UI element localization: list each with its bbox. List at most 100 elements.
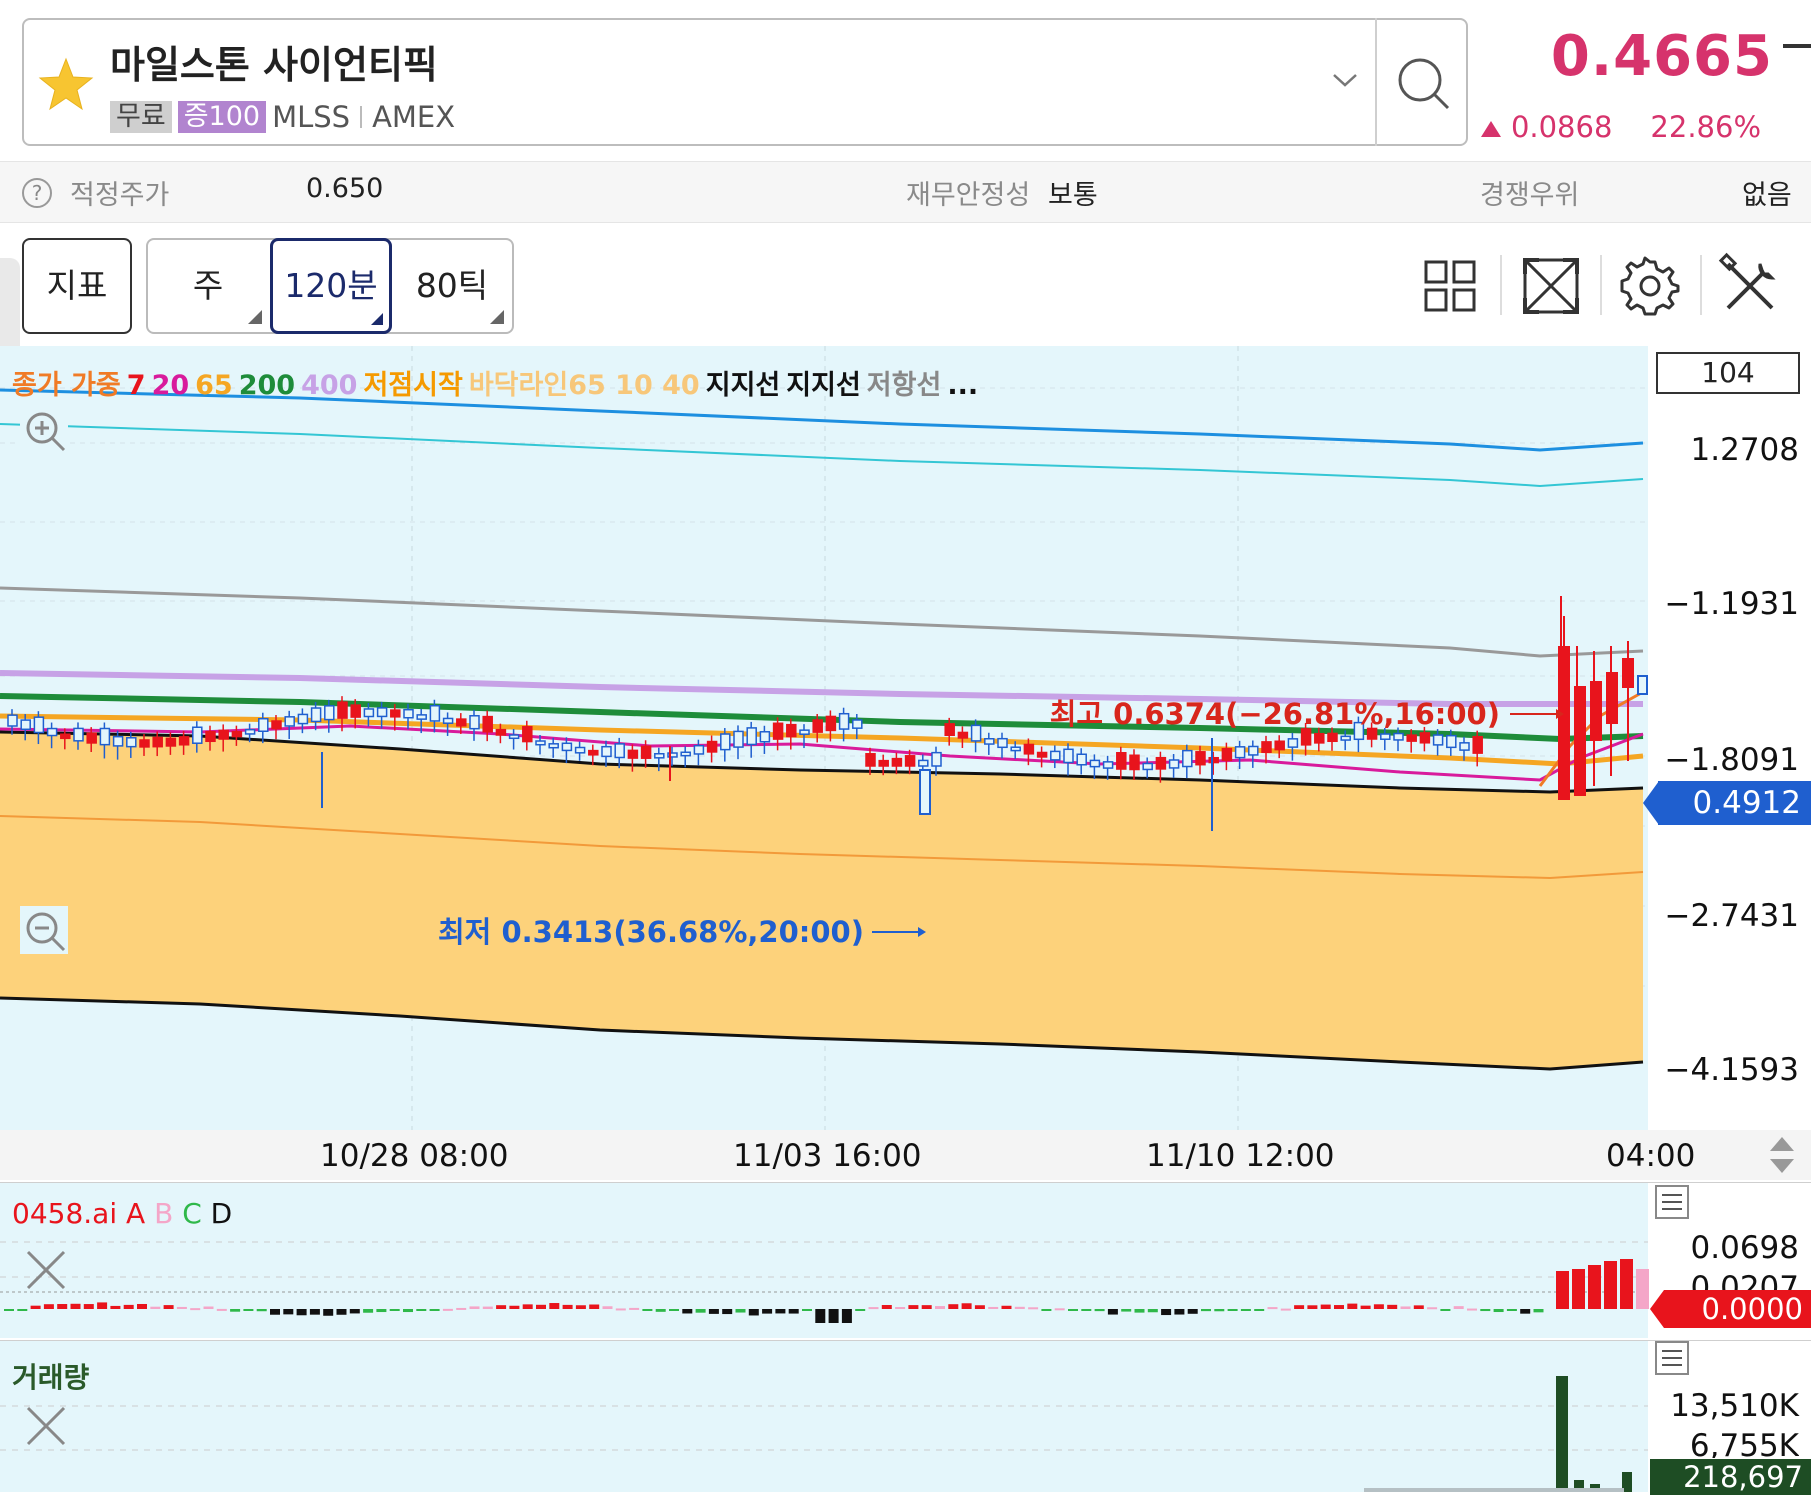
candle-body xyxy=(429,704,441,722)
x-axis-label: 11/03 16:00 xyxy=(733,1138,922,1174)
candle-body xyxy=(772,722,784,740)
ai-bar xyxy=(921,1305,932,1309)
exchange: AMEX xyxy=(372,100,456,134)
ai-bar xyxy=(1493,1309,1504,1313)
ai-indicator-panel[interactable] xyxy=(0,1182,1811,1338)
ai-bar xyxy=(270,1309,280,1315)
candle-body xyxy=(970,724,982,742)
ai-bar xyxy=(1413,1305,1424,1309)
favorite-star-icon[interactable] xyxy=(36,55,96,115)
candle-body xyxy=(363,708,375,718)
candle-body xyxy=(1221,747,1233,761)
ai-bar xyxy=(1147,1309,1158,1313)
80tick-button[interactable]: 80틱 xyxy=(392,238,512,334)
ai-bar xyxy=(1334,1305,1344,1309)
ai-bar xyxy=(1068,1309,1078,1311)
ai-bar xyxy=(935,1306,945,1309)
price-chart[interactable]: 최고 0.6374(−26.81%,16:00) 최저 0.3413(36.68… xyxy=(0,346,1811,1130)
ai-bar xyxy=(123,1304,134,1309)
candle-body xyxy=(1168,759,1180,769)
ai-bar xyxy=(708,1309,719,1314)
ai-bar xyxy=(722,1309,733,1315)
scale-box[interactable]: 104 xyxy=(1656,352,1800,394)
candle-body xyxy=(1393,732,1404,741)
candle-body xyxy=(838,712,850,730)
ai-bar xyxy=(57,1304,68,1309)
candle-body xyxy=(244,728,256,735)
ai-bar xyxy=(482,1306,493,1309)
legend-item-9: 지지선 xyxy=(786,370,861,401)
ai-bar xyxy=(895,1307,906,1310)
ai-bar xyxy=(1187,1309,1198,1314)
candle-body xyxy=(442,717,454,724)
120min-button[interactable]: 120분 xyxy=(270,238,392,334)
candle-body xyxy=(495,728,507,736)
change-amount-wrap: 0.0868 xyxy=(1480,110,1612,144)
week-button[interactable]: 주 xyxy=(148,238,268,334)
ai-bar xyxy=(788,1309,799,1314)
ai-bar xyxy=(256,1309,267,1312)
ai-bar xyxy=(1453,1306,1464,1309)
volume-panel[interactable] xyxy=(0,1340,1811,1492)
ai-bar xyxy=(1347,1303,1358,1309)
separator xyxy=(360,106,363,128)
ai-bar xyxy=(1161,1309,1172,1316)
help-icon[interactable]: ? xyxy=(22,178,52,208)
ai-bar xyxy=(137,1303,147,1309)
candle-body xyxy=(218,729,229,740)
ai-bar xyxy=(469,1306,480,1309)
candle-body xyxy=(1287,738,1299,748)
candle-body xyxy=(931,751,942,767)
expand-icon[interactable] xyxy=(1515,250,1587,322)
candle-body xyxy=(1182,749,1193,768)
ai-bar xyxy=(536,1304,546,1309)
candle-body xyxy=(825,715,837,732)
legend-item-7: 바닥라인65 10 40 xyxy=(468,370,700,401)
ticker: MLSS xyxy=(272,100,351,134)
volume-bar xyxy=(1364,1488,1624,1492)
candle-body xyxy=(865,753,876,767)
ai-bar xyxy=(615,1308,626,1311)
ai-bar xyxy=(1533,1309,1544,1313)
candle-body xyxy=(469,715,480,730)
candle-body xyxy=(337,701,348,719)
ai-bar xyxy=(163,1305,174,1309)
ai-bar xyxy=(1294,1305,1305,1309)
ai-bar xyxy=(1373,1304,1384,1309)
ai-bar xyxy=(376,1309,387,1313)
candle-body xyxy=(1419,732,1431,744)
volume-bar xyxy=(1556,1376,1568,1492)
candle-body xyxy=(1327,732,1338,743)
ai-bar xyxy=(216,1308,227,1311)
candle-body xyxy=(376,707,388,718)
ai-bar xyxy=(575,1305,586,1309)
divider xyxy=(1375,18,1377,146)
zoom-out-icon[interactable] xyxy=(20,906,68,954)
candle-body xyxy=(693,744,705,755)
zoom-in-icon[interactable] xyxy=(20,406,68,454)
tools-icon[interactable] xyxy=(1714,250,1786,322)
gear-icon[interactable] xyxy=(1614,250,1686,322)
candle-body xyxy=(1155,756,1167,770)
ai-bar xyxy=(802,1309,812,1311)
ai-bar xyxy=(1201,1309,1211,1312)
ai-zero-tag: 0.0000 xyxy=(1664,1290,1811,1328)
indicator-button[interactable]: 지표 xyxy=(22,238,132,334)
scroll-updown-icon[interactable] xyxy=(1765,1133,1799,1177)
chevron-down-icon[interactable] xyxy=(1330,70,1360,90)
search-icon[interactable] xyxy=(1380,40,1466,126)
candle-body xyxy=(99,727,111,746)
legend-item-6: 저점시작 xyxy=(363,370,463,401)
ai-bar xyxy=(1081,1309,1092,1311)
indicator-legend[interactable]: 종가 가중 7 20 65 200 400 저점시작 바닥라인65 10 40 지지선 지지선 저항… xyxy=(12,363,984,402)
ai-bar xyxy=(4,1309,14,1311)
menu-icon[interactable] xyxy=(1655,1185,1689,1219)
candle-body xyxy=(482,715,493,733)
candle-body xyxy=(1102,761,1114,769)
ai-bar xyxy=(283,1309,294,1315)
candle-body xyxy=(271,720,282,730)
candle-body xyxy=(7,714,18,727)
grid-icon[interactable] xyxy=(1414,250,1486,322)
candle-body xyxy=(522,726,533,743)
menu-icon[interactable] xyxy=(1655,1341,1689,1375)
